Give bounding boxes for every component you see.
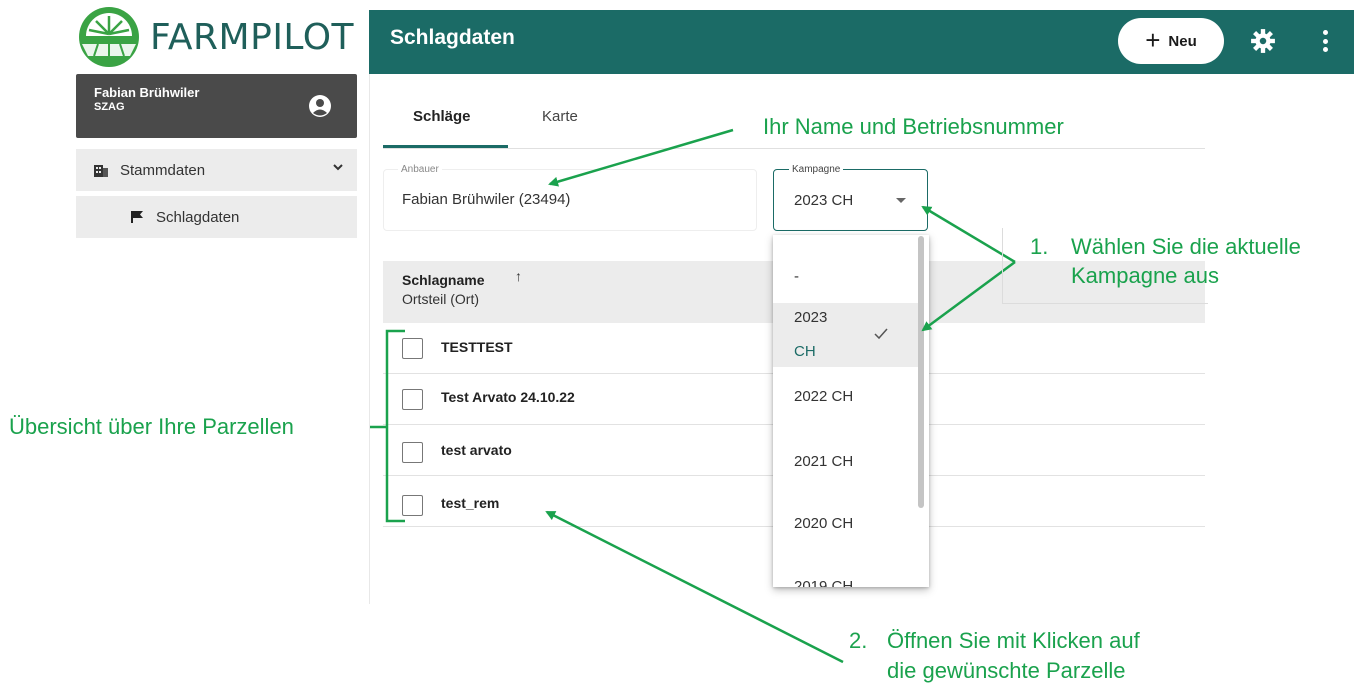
annotation-step2-line2: die gewünschte Parzelle	[887, 658, 1126, 683]
annotation-step1-number: 1.	[1030, 234, 1049, 259]
annotation-step2-line1: Öffnen Sie mit Klicken auf	[887, 628, 1140, 653]
annotation-arrows	[370, 128, 1016, 664]
annotation-overview: Übersicht über Ihre Parzellen	[9, 414, 294, 439]
annotation-step1-line2: Kampagne aus	[1071, 263, 1219, 288]
annotation-name-hint: Ihr Name und Betriebsnummer	[763, 114, 1064, 139]
annotation-step2-number: 2.	[849, 628, 868, 653]
annotation-step1-line1: Wählen Sie die aktuelle	[1071, 234, 1301, 259]
